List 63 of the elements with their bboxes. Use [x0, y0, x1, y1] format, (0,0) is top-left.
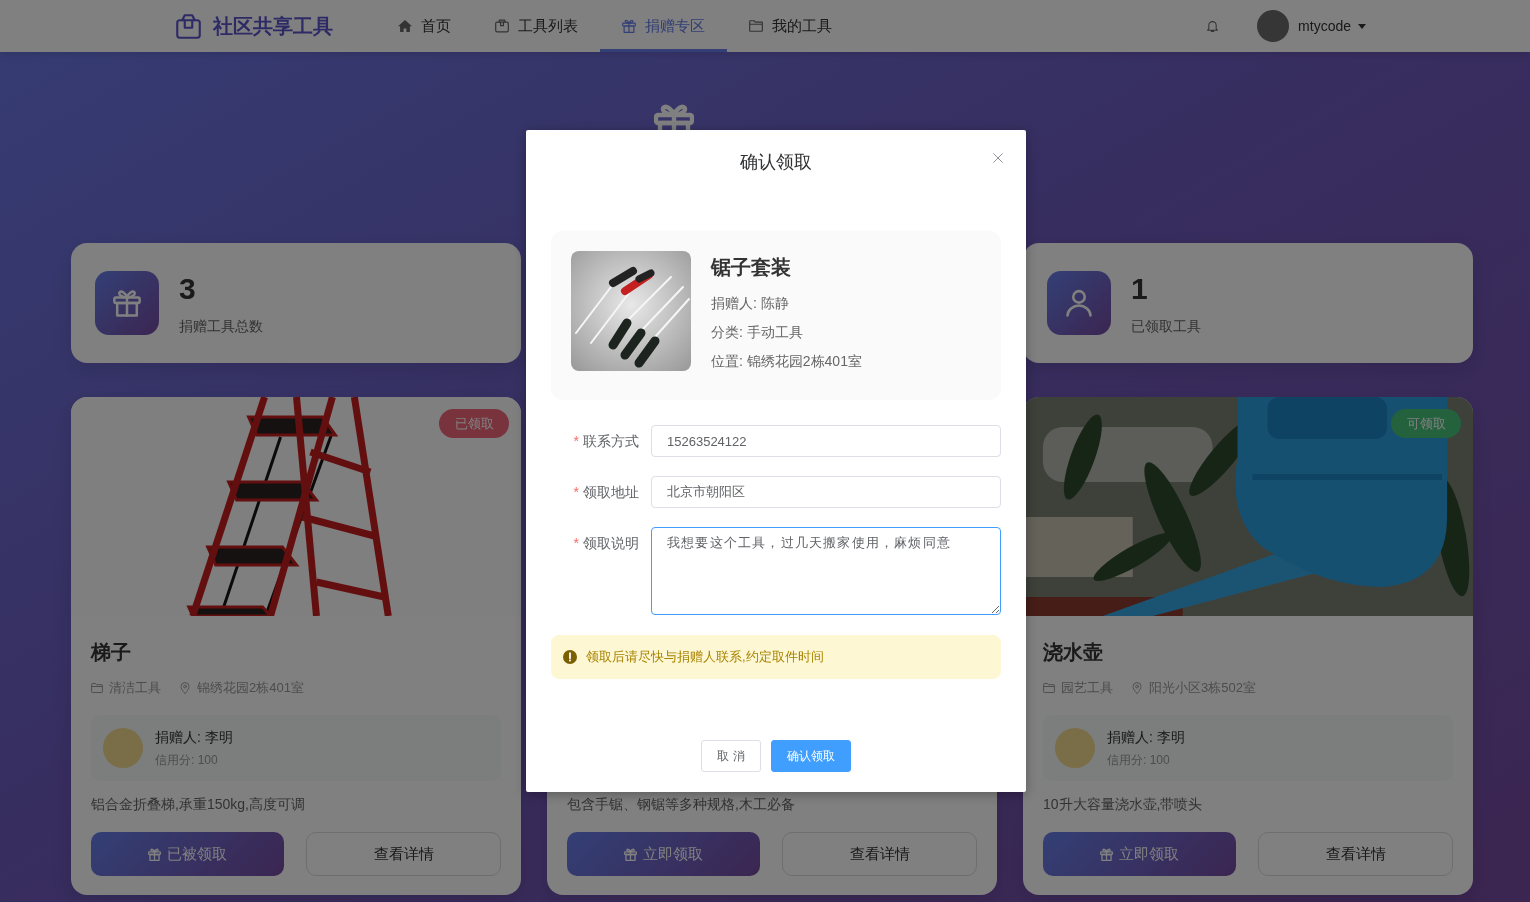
nav-link[interactable]: 工具列表: [473, 0, 600, 52]
field-label: 联系方式: [583, 433, 639, 449]
confirm-button[interactable]: 确认领取: [770, 740, 851, 772]
nav-link[interactable]: 首页: [376, 0, 473, 52]
folder-icon: [749, 19, 763, 33]
required-mark: *: [573, 433, 579, 449]
caret-icon[interactable]: [1358, 23, 1366, 29]
gift-icon: [622, 19, 636, 33]
tool-description: 10升大容量浇水壶,带喷头: [1043, 795, 1204, 814]
details-button[interactable]: 查看详情: [1258, 832, 1453, 876]
claim-button[interactable]: 立即领取: [567, 832, 760, 876]
status-badge: 可领取: [1391, 409, 1461, 438]
required-mark: *: [573, 535, 579, 551]
required-mark: *: [573, 484, 579, 500]
tool-detail: 分类: 手动工具: [711, 323, 804, 342]
location-pin-icon: [1131, 682, 1143, 694]
avatar-icon[interactable]: [1257, 10, 1290, 42]
stat-value: 3: [179, 270, 197, 307]
home-icon: [398, 19, 412, 33]
logo-icon: [176, 13, 201, 39]
stat-value: 1: [1131, 270, 1149, 307]
location-pin-icon: [179, 682, 191, 694]
notice-text: 领取后请尽快与捐赠人联系,约定取件时间: [586, 648, 824, 666]
avatar-icon: [103, 728, 143, 768]
gift-icon: [148, 847, 161, 861]
stat-label: 捐赠工具总数: [179, 316, 263, 336]
nav-link[interactable]: 捐赠专区: [600, 0, 727, 52]
folder-icon: [1043, 682, 1055, 694]
input-field[interactable]: 北京市朝阳区: [651, 476, 1001, 508]
bell-icon[interactable]: [1207, 20, 1219, 32]
status-badge: 已领取: [439, 409, 509, 438]
close-icon[interactable]: [993, 153, 1003, 163]
donor-name: 捐赠人: 李明: [155, 728, 233, 747]
details-button[interactable]: 查看详情: [782, 832, 977, 876]
donor-name: 捐赠人: 李明: [1107, 728, 1185, 747]
cancel-button[interactable]: 取 消: [701, 740, 761, 772]
user-icon: [1047, 271, 1111, 335]
gift-icon: [95, 271, 159, 335]
tool-detail: 位置: 锦绣花园2栋401室: [711, 352, 862, 371]
avatar-icon: [1055, 728, 1095, 768]
stat-label: 已领取工具: [1131, 316, 1201, 336]
box-icon: [495, 19, 509, 33]
tool-name: 浇水壶: [1043, 640, 1104, 665]
claim-button[interactable]: 立即领取: [1043, 832, 1236, 876]
site-title: 社区共享工具: [213, 13, 333, 39]
claim-button[interactable]: 已被领取: [91, 832, 284, 876]
username[interactable]: mtycode: [1298, 18, 1351, 34]
tool-detail: 捐赠人: 陈静: [711, 294, 790, 313]
nav-link[interactable]: 我的工具: [727, 0, 854, 52]
input-field[interactable]: 15263524122: [651, 425, 1001, 457]
details-button[interactable]: 查看详情: [306, 832, 501, 876]
tool-description: 铝合金折叠梯,承重150kg,高度可调: [91, 795, 306, 814]
tool-description: 包含手锯、钢锯等多种规格,木工必备: [567, 795, 796, 814]
textarea-field[interactable]: 我想要这个工具，过几天搬家使用，麻烦同意: [651, 527, 1001, 615]
folder-icon: [91, 682, 103, 694]
field-label: 领取说明: [583, 535, 639, 551]
gift-icon: [624, 847, 637, 861]
dialog-title: 确认领取: [740, 152, 812, 172]
field-label: 领取地址: [583, 484, 639, 500]
tool-name: 梯子: [91, 640, 132, 665]
gift-icon: [1100, 847, 1113, 861]
warning-icon: [563, 650, 577, 664]
tool-name: 锯子套装: [711, 255, 792, 280]
